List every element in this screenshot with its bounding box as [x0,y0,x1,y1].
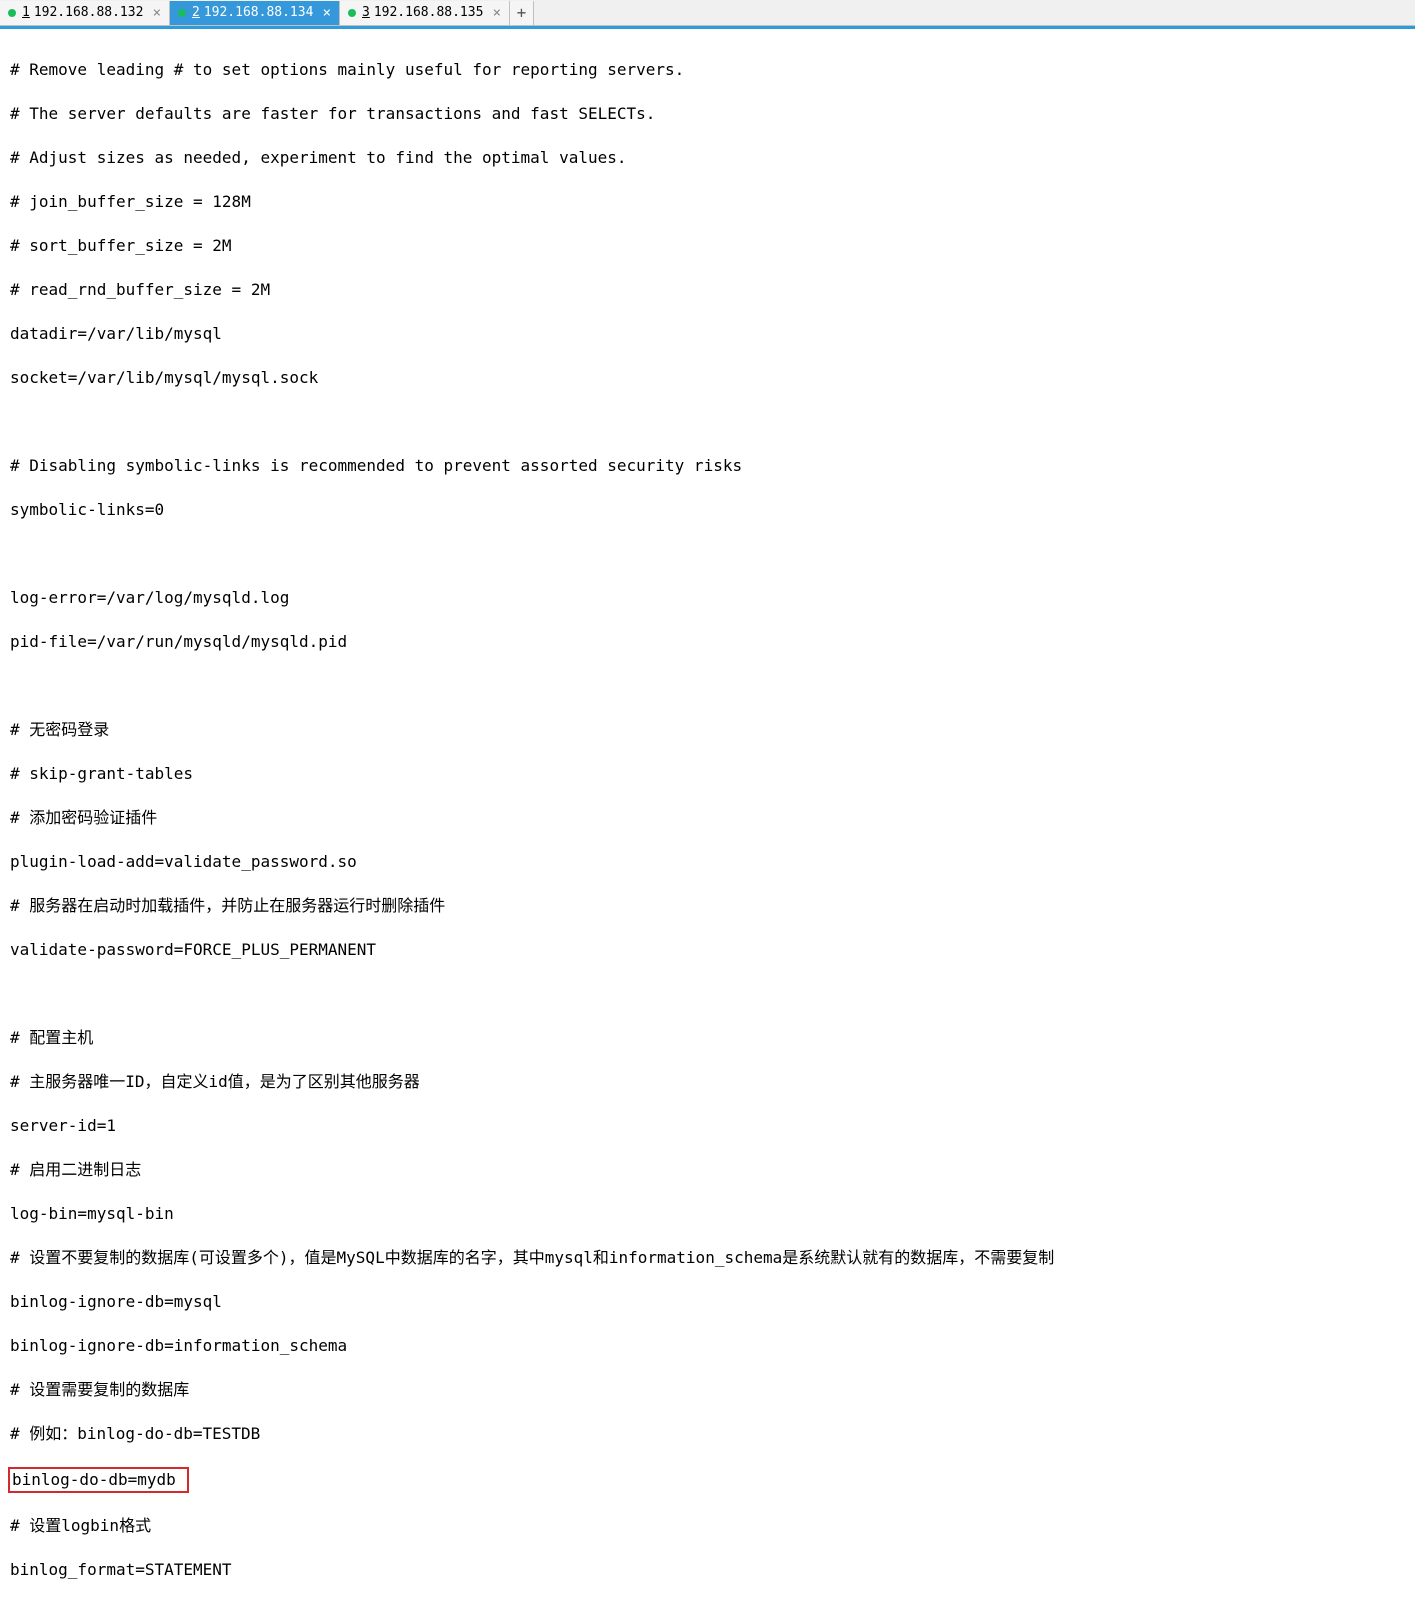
code-line: # 添加密码验证插件 [10,807,1405,829]
code-line: # 设置logbin格式 [10,1515,1405,1537]
highlight-box: binlog-do-db=mydb [8,1467,189,1493]
code-line: # 设置需要复制的数据库 [10,1379,1405,1401]
code-line: server-id=1 [10,1115,1405,1137]
blank-line [10,675,1405,697]
close-icon[interactable]: × [485,5,501,21]
code-line: symbolic-links=0 [10,499,1405,521]
tab-2[interactable]: 2 192.168.88.134 × [170,1,340,25]
tab-number: 2 [192,5,200,20]
code-line: # Remove leading # to set options mainly… [10,59,1405,81]
close-icon[interactable]: × [315,5,331,21]
code-line: pid-file=/var/run/mysqld/mysqld.pid [10,631,1405,653]
status-dot-icon [348,9,356,17]
tab-label: 192.168.88.135 [374,5,484,20]
tab-3[interactable]: 3 192.168.88.135 × [340,1,510,25]
status-dot-icon [8,9,16,17]
code-line: # The server defaults are faster for tra… [10,103,1405,125]
tab-label: 192.168.88.132 [34,5,144,20]
code-line: # skip-grant-tables [10,763,1405,785]
tab-label: 192.168.88.134 [204,5,314,20]
tab-bar: 1 192.168.88.132 × 2 192.168.88.134 × 3 … [0,0,1415,26]
editor-content[interactable]: # Remove leading # to set options mainly… [0,29,1415,1608]
code-line: # 主服务器唯一ID，自定义id值，是为了区别其他服务器 [10,1071,1405,1093]
code-line: # Adjust sizes as needed, experiment to … [10,147,1405,169]
code-line: # 设置不要复制的数据库(可设置多个)，值是MySQL中数据库的名字，其中mys… [10,1247,1405,1269]
code-line: datadir=/var/lib/mysql [10,323,1405,345]
code-line: # read_rnd_buffer_size = 2M [10,279,1405,301]
tab-1[interactable]: 1 192.168.88.132 × [0,1,170,25]
code-line: binlog-ignore-db=mysql [10,1291,1405,1313]
code-line: plugin-load-add=validate_password.so [10,851,1405,873]
add-tab-button[interactable]: + [510,1,534,25]
code-line: # 例如：binlog-do-db=TESTDB [10,1423,1405,1445]
code-line: # 服务器在启动时加载插件，并防止在服务器运行时删除插件 [10,895,1405,917]
code-line: validate-password=FORCE_PLUS_PERMANENT [10,939,1405,961]
code-line: log-error=/var/log/mysqld.log [10,587,1405,609]
code-line: binlog-ignore-db=information_schema [10,1335,1405,1357]
code-line: socket=/var/lib/mysql/mysql.sock [10,367,1405,389]
code-line: # 配置主机 [10,1027,1405,1049]
status-dot-icon [178,9,186,17]
blank-line [10,983,1405,1005]
blank-line [10,411,1405,433]
close-icon[interactable]: × [145,5,161,21]
code-line: # 启用二进制日志 [10,1159,1405,1181]
code-line-highlighted: binlog-do-db=mydb [10,1467,1405,1493]
code-line: # 无密码登录 [10,719,1405,741]
code-line: # Disabling symbolic-links is recommende… [10,455,1405,477]
tab-number: 3 [362,5,370,20]
code-line: # join_buffer_size = 128M [10,191,1405,213]
blank-line [10,543,1405,565]
code-line: # sort_buffer_size = 2M [10,235,1405,257]
tab-number: 1 [22,5,30,20]
code-line: log-bin=mysql-bin [10,1203,1405,1225]
code-line: binlog_format=STATEMENT [10,1559,1405,1581]
